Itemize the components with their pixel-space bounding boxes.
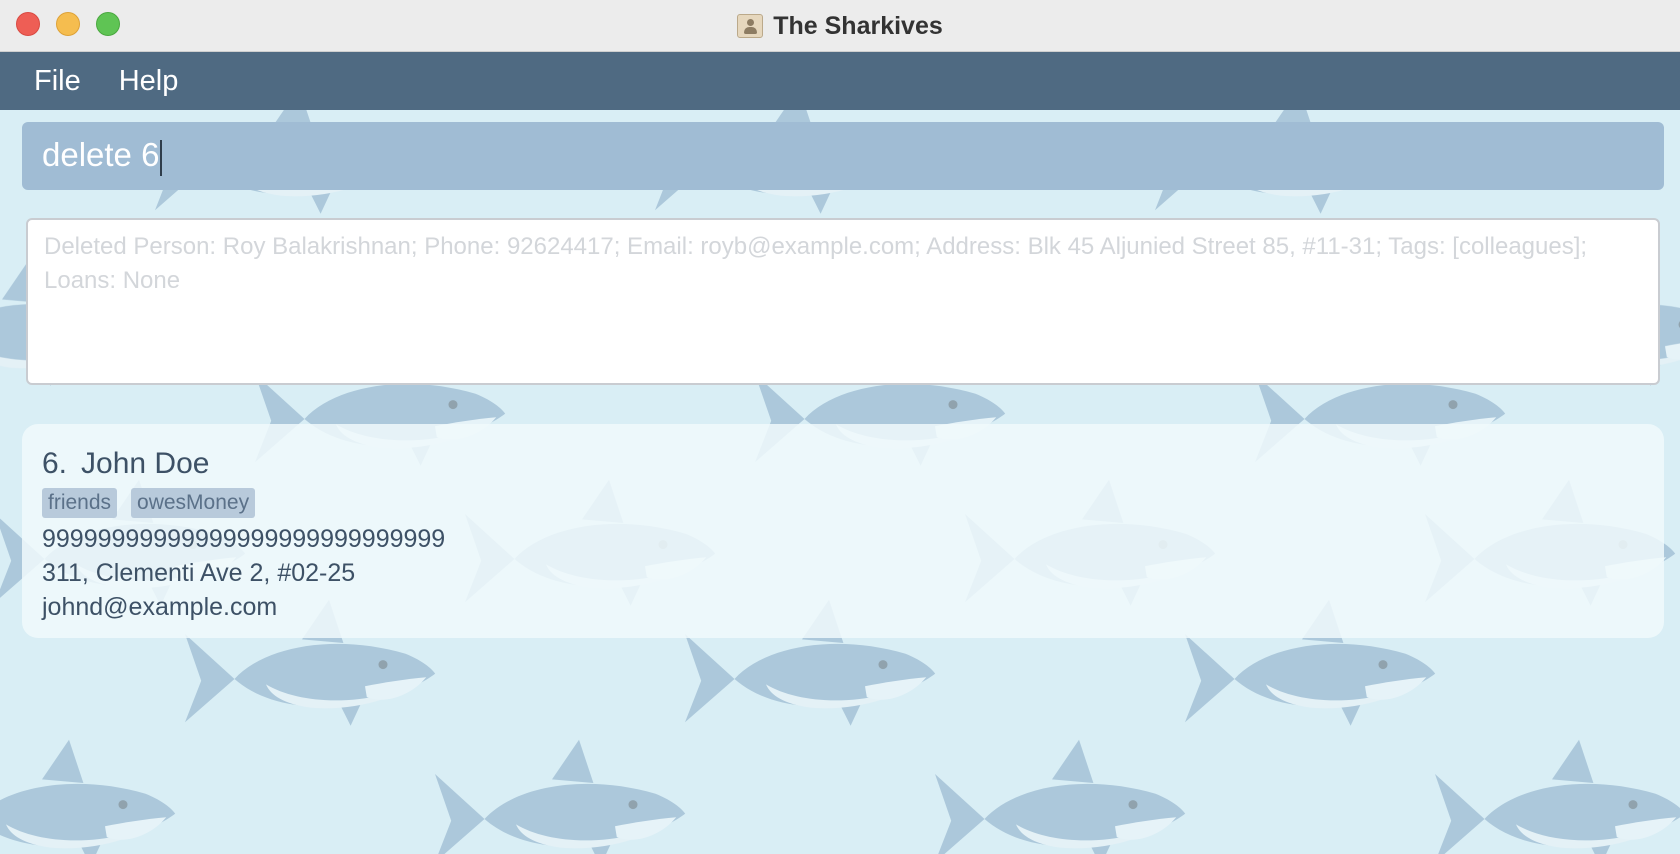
tag-badge: owesMoney	[131, 488, 256, 518]
command-box[interactable]: delete 6	[22, 122, 1664, 190]
person-name: John Doe	[81, 447, 210, 480]
person-phone: 99999999999999999999999999999	[42, 525, 446, 553]
menu-bar: File Help	[0, 52, 1680, 110]
person-address: 311, Clementi Ave 2, #02-25	[42, 559, 356, 587]
person-tags: friends owesMoney	[42, 488, 1644, 518]
menu-file[interactable]: File	[34, 65, 81, 98]
title-bar: The Sharkives	[0, 0, 1680, 52]
result-display[interactable]: Deleted Person: Roy Balakrishnan; Phone:…	[26, 218, 1660, 385]
result-text: Deleted Person: Roy Balakrishnan; Phone:…	[44, 233, 1588, 294]
address-book-icon	[737, 14, 764, 38]
person-card[interactable]: 6. John Doe friends owesMoney 9999999999…	[22, 424, 1664, 638]
person-email: johnd@example.com	[42, 593, 278, 621]
text-caret	[160, 139, 163, 176]
person-index: 6.	[42, 447, 68, 480]
menu-help[interactable]: Help	[119, 65, 179, 98]
window-title-group: The Sharkives	[0, 0, 1680, 52]
command-input[interactable]: delete 6	[42, 136, 1664, 176]
app-window: The Sharkives File Help delete 6 Deleted…	[0, 0, 1680, 854]
command-input-text: delete 6	[42, 136, 160, 174]
window-title: The Sharkives	[773, 11, 943, 40]
person-name-row: 6. John Doe	[42, 446, 1644, 482]
tag-badge: friends	[42, 488, 118, 518]
